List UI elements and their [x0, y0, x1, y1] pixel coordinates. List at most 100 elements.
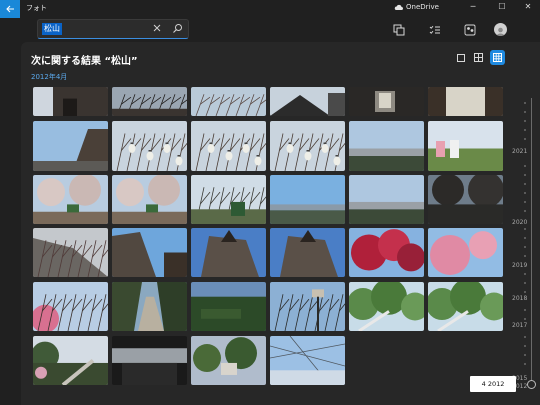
timeline-thumb[interactable] [527, 380, 536, 389]
photo-image [191, 87, 266, 116]
photo-thumbnail[interactable] [112, 336, 187, 385]
onedrive-label: OneDrive [406, 3, 439, 11]
photo-thumbnail[interactable] [33, 228, 108, 277]
list-check-icon[interactable] [429, 24, 441, 36]
photo-image [112, 87, 187, 116]
photo-image [33, 87, 108, 116]
photo-thumbnail[interactable] [112, 282, 187, 331]
photo-thumbnail[interactable] [270, 336, 345, 385]
photo-thumbnail[interactable] [428, 228, 503, 277]
photo-thumbnail[interactable] [428, 87, 503, 116]
timeline-dot [524, 237, 526, 239]
close-button[interactable]: ✕ [521, 2, 535, 11]
photo-thumbnail[interactable] [191, 87, 266, 116]
photo-image [112, 121, 187, 171]
back-arrow-icon [5, 5, 14, 13]
search-query: 松山 [42, 23, 62, 35]
photo-thumbnail[interactable] [270, 228, 345, 277]
photo-thumbnail[interactable] [33, 336, 108, 385]
photo-image [349, 282, 424, 331]
timeline-dot [524, 165, 526, 167]
timeline-year-label[interactable]: 2020 [512, 219, 527, 226]
view-large-button[interactable] [453, 50, 468, 65]
timeline-dot [524, 354, 526, 356]
photo-image [112, 228, 187, 277]
photo-image [191, 336, 266, 385]
photo-thumbnail[interactable] [191, 175, 266, 224]
photo-thumbnail[interactable] [428, 121, 503, 171]
photo-thumbnail[interactable] [33, 121, 108, 171]
photo-thumbnail[interactable] [349, 121, 424, 171]
photo-image [428, 228, 503, 277]
photo-thumbnail[interactable] [112, 121, 187, 171]
timeline-year-label[interactable]: 2018 [512, 295, 527, 302]
photo-thumbnail[interactable] [191, 336, 266, 385]
minimize-button[interactable]: ─ [466, 2, 480, 11]
photo-thumbnail[interactable] [349, 175, 424, 224]
timeline-dot [524, 192, 526, 194]
avatar[interactable] [494, 23, 507, 36]
timeline-dot [524, 201, 526, 203]
photo-image [112, 282, 187, 331]
select-icon[interactable] [393, 24, 405, 36]
photo-image [270, 121, 345, 171]
photo-image [191, 175, 266, 224]
view-medium-button[interactable] [471, 50, 486, 65]
timeline-year-label[interactable]: 2019 [512, 262, 527, 269]
timeline-year-label[interactable]: 2021 [512, 148, 527, 155]
photo-thumbnail[interactable] [270, 87, 345, 116]
user-icon [496, 27, 505, 36]
timeline-dot [524, 129, 526, 131]
search-icon[interactable] [172, 23, 183, 34]
photo-image [428, 282, 503, 331]
timeline-dot [524, 255, 526, 257]
maximize-button[interactable]: ☐ [495, 2, 509, 11]
timeline-track[interactable] [531, 98, 532, 380]
photo-thumbnail[interactable] [349, 282, 424, 331]
photo-image [191, 121, 266, 171]
photo-image [270, 87, 345, 116]
photo-image [33, 336, 108, 385]
photo-image [270, 228, 345, 277]
search-input[interactable]: 松山 [37, 19, 189, 39]
photo-thumbnail[interactable] [33, 175, 108, 224]
photo-thumbnail[interactable] [191, 121, 266, 171]
photo-thumbnail[interactable] [191, 228, 266, 277]
photo-image [33, 121, 108, 171]
photo-thumbnail[interactable] [349, 87, 424, 116]
photo-thumbnail[interactable] [33, 282, 108, 331]
date-group-label: 2012年4月 [31, 73, 68, 81]
photo-thumbnail[interactable] [270, 121, 345, 171]
back-button[interactable] [0, 0, 20, 18]
photo-thumbnail[interactable] [428, 282, 503, 331]
timeline-year-label[interactable]: 2017 [512, 322, 527, 329]
timeline-dot [524, 246, 526, 248]
photo-image [428, 175, 503, 224]
title-bar: フォト OneDrive ─ ☐ ✕ [0, 0, 540, 18]
photo-thumbnail[interactable] [112, 228, 187, 277]
photo-thumbnail[interactable] [112, 87, 187, 116]
clear-search-icon[interactable] [152, 23, 162, 33]
photo-image [112, 175, 187, 224]
photo-image [270, 336, 345, 385]
timeline-dot [524, 138, 526, 140]
timeline-dot [524, 228, 526, 230]
people-icon[interactable] [464, 24, 476, 36]
timeline-dot [524, 183, 526, 185]
photo-thumbnail[interactable] [270, 282, 345, 331]
photo-image [33, 282, 108, 331]
onedrive-status[interactable]: OneDrive [394, 3, 439, 11]
timeline-dot [524, 273, 526, 275]
photo-thumbnail[interactable] [191, 282, 266, 331]
photo-thumbnail[interactable] [270, 175, 345, 224]
photo-thumbnail[interactable] [112, 175, 187, 224]
photo-thumbnail[interactable] [349, 228, 424, 277]
photo-thumbnail[interactable] [428, 175, 503, 224]
grid-icon [474, 53, 483, 62]
timeline-dot [524, 210, 526, 212]
photo-thumbnail[interactable] [33, 87, 108, 116]
photo-image [191, 282, 266, 331]
photo-image [349, 87, 424, 116]
view-small-button[interactable] [490, 50, 505, 65]
timeline-dot [524, 102, 526, 104]
